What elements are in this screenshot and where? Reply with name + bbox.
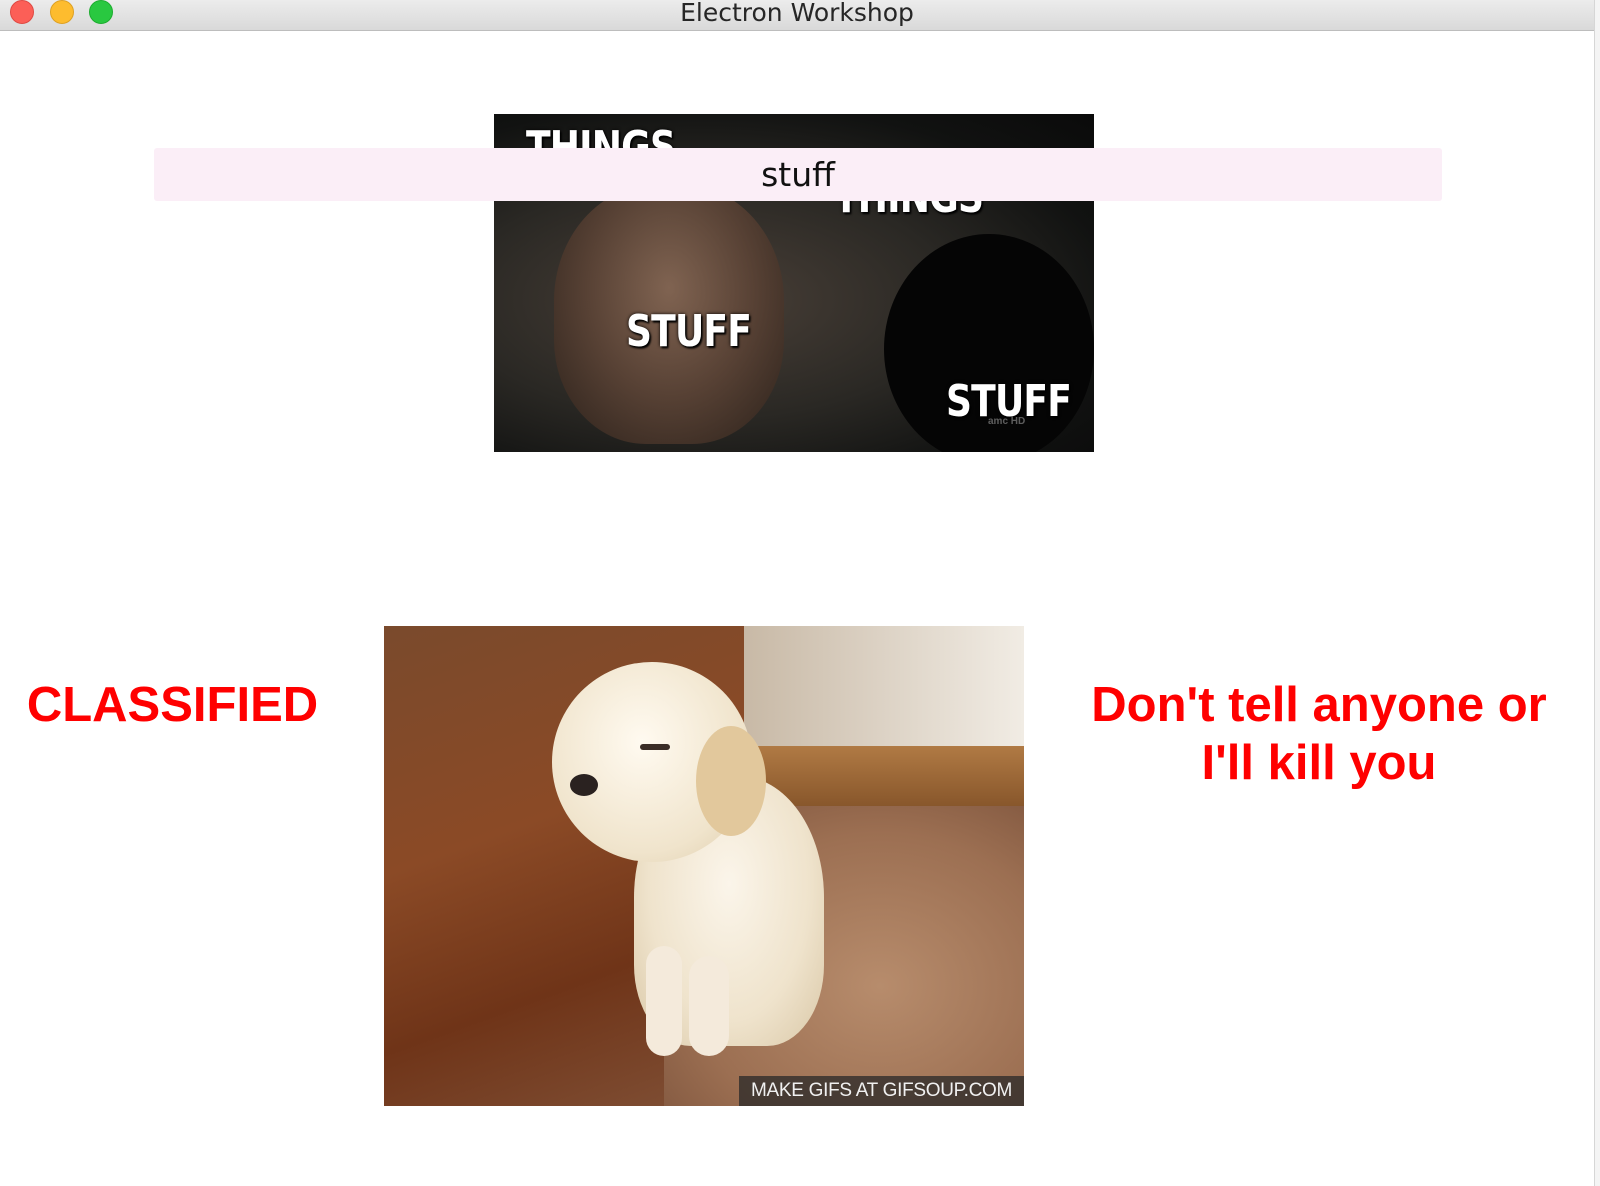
puppy-gif: MAKE GIFS AT GIFSOUP.COM bbox=[384, 626, 1024, 1106]
classified-caption: CLASSIFIED bbox=[26, 678, 319, 732]
puppy-ear-shape bbox=[696, 726, 766, 836]
title-bar[interactable]: Electron Workshop bbox=[0, 0, 1594, 31]
gif-caption-word: STUFF bbox=[626, 306, 752, 357]
window-edge bbox=[1594, 0, 1600, 1186]
window-title: Electron Workshop bbox=[680, 0, 914, 27]
puppy-leg-shape bbox=[689, 956, 729, 1056]
app-window: Electron Workshop THINGS THINGS STUFF ST… bbox=[0, 0, 1594, 1186]
puppy-eye-shape bbox=[640, 744, 670, 750]
warning-caption: Don't tell anyone or I'll kill you bbox=[1091, 678, 1547, 790]
search-input[interactable] bbox=[154, 148, 1442, 201]
gif-watermark: MAKE GIFS AT GIFSOUP.COM bbox=[739, 1076, 1024, 1106]
gif-channel-logo: amc HD bbox=[988, 416, 1026, 427]
puppy-nose-shape bbox=[570, 774, 598, 796]
puppy-leg-shape bbox=[646, 946, 682, 1056]
